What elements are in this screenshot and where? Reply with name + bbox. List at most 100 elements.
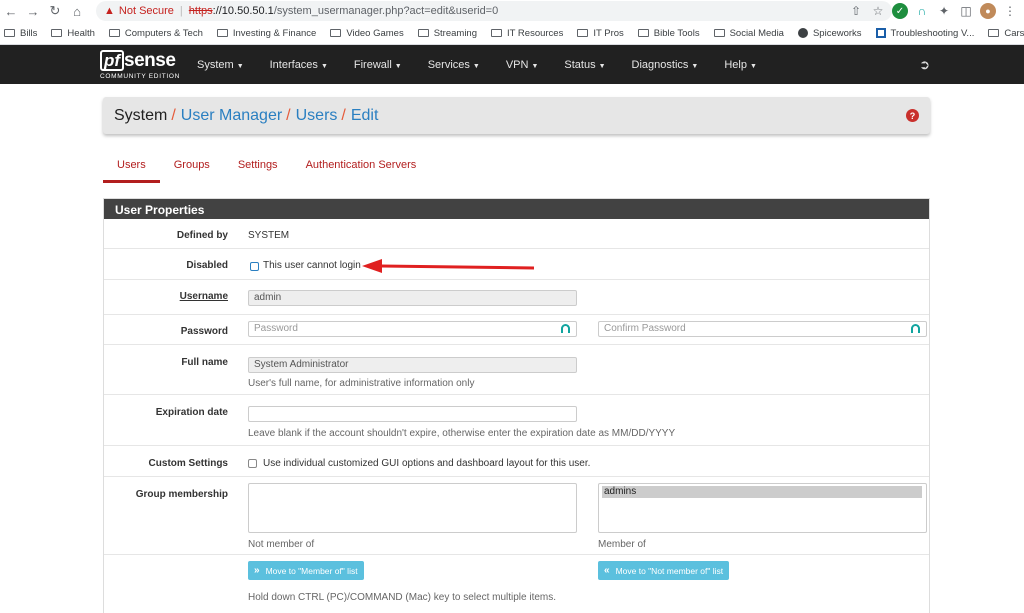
defined-by-value: SYSTEM (248, 230, 290, 241)
bookmark-spiceworks[interactable]: Spiceworks (797, 28, 862, 39)
menu-diagnostics[interactable]: Diagnostics ▼ (632, 59, 699, 71)
extension-arc-icon[interactable]: ∩ (914, 3, 930, 19)
address-bar[interactable]: ▲ Not Secure | https://10.50.50.1/system… (96, 1, 892, 21)
puzzle-icon[interactable]: ✦ (936, 3, 952, 19)
move-to-not-member-button[interactable]: « Move to "Not member of" list (598, 561, 730, 580)
home-icon[interactable]: ⌂ (66, 0, 88, 22)
bookmark-label: Troubleshooting V... (890, 27, 975, 39)
caret-down-icon: ▼ (472, 62, 480, 70)
row-full-name: Full name System Administrator User's fu… (104, 345, 929, 395)
disabled-label: Disabled (186, 260, 228, 271)
move-to-not-member-label: Move to "Not member of" list (615, 565, 724, 576)
menu-system[interactable]: System ▼ (197, 59, 244, 71)
caret-down-icon: ▼ (320, 62, 328, 70)
row-expiration: Expiration date Leave blank if the accou… (104, 395, 929, 446)
group-option-admins[interactable]: admins (602, 486, 922, 498)
help-question-icon[interactable]: ? (906, 109, 919, 122)
expiration-label: Expiration date (155, 407, 228, 418)
bookmark-streaming[interactable]: Streaming (417, 28, 477, 39)
folder-icon (713, 29, 725, 37)
back-arrow-icon[interactable]: ← (0, 0, 22, 22)
breadcrumb-user-manager[interactable]: User Manager (181, 107, 282, 125)
profile-avatar-icon[interactable]: ● (980, 3, 996, 19)
not-secure-label: Not Secure (118, 5, 174, 17)
menu-services[interactable]: Services ▼ (428, 59, 480, 71)
breadcrumb-edit[interactable]: Edit (351, 107, 379, 125)
password-manager-icon[interactable] (911, 324, 920, 333)
password-input[interactable]: Password (248, 321, 577, 337)
caret-down-icon: ▼ (749, 62, 757, 70)
bookmark-bible-tools[interactable]: Bible Tools (637, 27, 700, 39)
pfsense-logo[interactable]: pf sense COMMUNITY EDITION (100, 50, 180, 80)
pfsense-navbar: pf sense COMMUNITY EDITION System ▼ Interf… (0, 45, 1024, 84)
bookmark-label: IT Resources (507, 27, 564, 39)
bookmark-it-pros[interactable]: IT Pros (577, 27, 624, 39)
move-to-member-button[interactable]: » Move to "Member of" list (248, 561, 364, 580)
password-manager-icon[interactable] (561, 324, 570, 333)
tab-settings[interactable]: Settings (224, 150, 292, 183)
reload-icon[interactable]: ↻ (44, 0, 66, 22)
full-name-input[interactable]: System Administrator (248, 357, 577, 373)
menu-firewall[interactable]: Firewall ▼ (354, 59, 402, 71)
menu-interfaces[interactable]: Interfaces ▼ (270, 59, 328, 71)
menu-label: Services (427, 58, 470, 71)
tab-authentication-servers[interactable]: Authentication Servers (292, 150, 431, 183)
folder-icon (108, 29, 120, 37)
menu-status[interactable]: Status ▼ (564, 59, 605, 71)
bookmark-cars[interactable]: Cars (988, 28, 1024, 39)
bookmark-it-resources[interactable]: IT Resources (491, 28, 563, 39)
row-password: Password Password Confirm Password (104, 315, 929, 345)
confirm-password-input[interactable]: Confirm Password (598, 321, 927, 337)
bookmark-health[interactable]: Health (51, 28, 95, 39)
caret-down-icon: ▼ (531, 62, 539, 70)
custom-settings-checkbox[interactable] (248, 459, 257, 468)
panel-title: User Properties (104, 199, 929, 219)
row-group-actions: » Move to "Member of" list « Move to "Not … (104, 555, 929, 611)
tab-users[interactable]: Users (103, 150, 160, 183)
bookmark-label: Bible Tools (653, 27, 700, 39)
username-label: Username (179, 291, 228, 302)
member-of-listbox[interactable]: admins (598, 483, 927, 533)
bookmarks-bar: Bills Health Computers & Tech Investing … (0, 22, 1024, 45)
breadcrumb-separator: / (171, 106, 176, 124)
not-member-of-caption: Not member of (248, 539, 315, 550)
forward-arrow-icon[interactable]: → (22, 0, 44, 22)
breadcrumb-users[interactable]: Users (296, 107, 338, 125)
extension-check-icon[interactable]: ✓ (892, 3, 908, 19)
disabled-checkbox[interactable] (250, 262, 259, 271)
bookmark-bills[interactable]: Bills (4, 28, 37, 39)
menu-label: Diagnostics (631, 58, 689, 71)
share-icon[interactable]: ⇧ (848, 3, 864, 19)
sidebar-icon[interactable]: ◫ (958, 3, 974, 19)
bookmark-computers-tech[interactable]: Computers & Tech (108, 28, 203, 39)
logo-sense: sense (124, 50, 176, 71)
menu-help[interactable]: Help ▼ (724, 59, 757, 71)
bookmark-troubleshooting[interactable]: Troubleshooting V... (875, 27, 975, 39)
more-menu-icon[interactable]: ⋮ (1002, 3, 1018, 19)
logout-icon[interactable]: ➲ (919, 57, 930, 73)
star-icon[interactable]: ☆ (870, 3, 886, 19)
tab-bar: Users Groups Settings Authentication Ser… (103, 150, 430, 183)
full-name-label: Full name (181, 357, 228, 368)
menu-label: Status (564, 58, 596, 71)
troubleshooting-icon (875, 28, 886, 38)
double-chevron-right-icon: » (254, 565, 260, 576)
bookmark-video-games[interactable]: Video Games (330, 28, 404, 39)
logo-community-edition: COMMUNITY EDITION (100, 73, 181, 80)
bookmark-investing[interactable]: Investing & Finance (216, 28, 316, 39)
not-member-of-listbox[interactable] (248, 483, 577, 533)
folder-icon (988, 29, 1000, 37)
url-path: /system_usermanager.php?act=edit&userid=… (273, 5, 499, 17)
custom-settings-label: Custom Settings (148, 458, 228, 469)
tab-groups[interactable]: Groups (160, 150, 224, 183)
bookmark-social-media[interactable]: Social Media (713, 28, 784, 39)
expiration-date-input[interactable] (248, 406, 577, 422)
warning-triangle-icon: ▲ (104, 5, 115, 17)
folder-icon (637, 29, 649, 37)
bookmark-label: IT Pros (593, 27, 624, 39)
username-input[interactable]: admin (248, 290, 577, 306)
menu-vpn[interactable]: VPN ▼ (506, 59, 539, 71)
group-membership-label: Group membership (135, 489, 228, 500)
confirm-password-placeholder: Confirm Password (604, 323, 686, 334)
folder-icon (4, 29, 15, 37)
